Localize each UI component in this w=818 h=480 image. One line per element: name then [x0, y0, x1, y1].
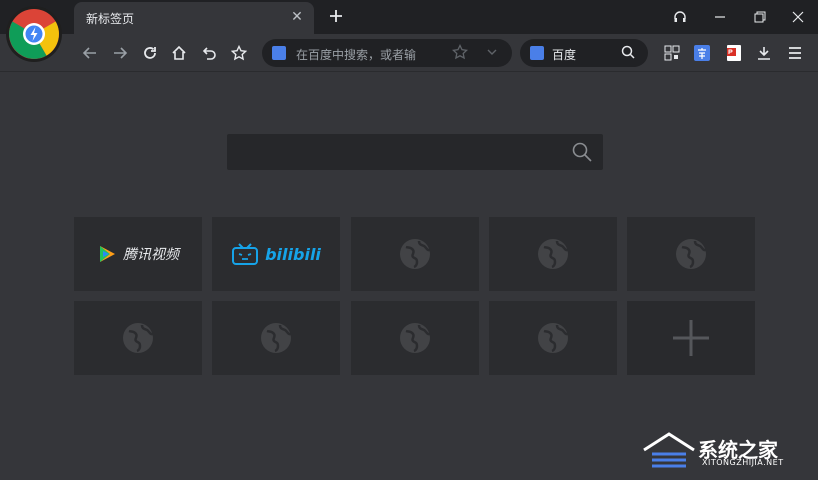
translate-icon	[694, 45, 710, 61]
baidu-icon	[272, 46, 286, 60]
close-icon	[792, 11, 804, 23]
plus-icon	[673, 320, 709, 356]
site-watermark: 系统之家 XITONGZHIJIA.NET	[642, 432, 808, 472]
browser-logo[interactable]	[6, 6, 62, 62]
pdf-button[interactable]	[722, 41, 746, 65]
bookmark-button[interactable]	[227, 41, 251, 65]
browser-logo-icon	[9, 9, 59, 59]
tile-label: 腾讯视频	[123, 247, 179, 263]
download-icon	[758, 47, 770, 60]
menu-button[interactable]	[783, 41, 807, 65]
search-icon[interactable]	[571, 141, 593, 167]
search-engine-name: 百度	[552, 48, 577, 62]
search-engine-box[interactable]: 百度	[520, 39, 648, 67]
tile-empty[interactable]	[351, 301, 479, 375]
search-icon[interactable]	[620, 44, 636, 64]
arrow-right-icon	[114, 47, 128, 59]
tile-tencent-video[interactable]: 腾讯视频	[74, 217, 202, 291]
globe-icon	[676, 239, 707, 269]
tile-empty[interactable]	[74, 301, 202, 375]
qr-code-icon	[664, 45, 680, 61]
tile-label: bilibili	[265, 244, 321, 264]
chevron-down-icon[interactable]	[484, 44, 500, 64]
headset-button[interactable]	[668, 5, 692, 29]
restore-icon	[754, 11, 766, 23]
tab-title: 新标签页	[86, 12, 135, 26]
baidu-icon	[530, 46, 544, 60]
globe-icon	[538, 323, 569, 353]
reload-icon	[144, 47, 156, 59]
translate-button[interactable]	[690, 41, 714, 65]
download-button[interactable]	[752, 41, 776, 65]
home-button[interactable]	[167, 41, 191, 65]
pdf-icon	[727, 45, 741, 61]
restore-button[interactable]	[748, 5, 772, 29]
tile-empty[interactable]	[627, 217, 755, 291]
globe-icon	[123, 323, 154, 353]
home-icon	[172, 45, 186, 60]
minimize-icon	[715, 16, 725, 18]
address-bar[interactable]: 在百度中搜索，或者输	[262, 39, 512, 67]
close-window-button[interactable]	[786, 5, 810, 29]
headset-icon	[674, 11, 686, 22]
tile-bilibili[interactable]: bilibili	[212, 217, 340, 291]
tile-empty[interactable]	[212, 301, 340, 375]
tile-empty[interactable]	[489, 217, 617, 291]
globe-icon	[400, 239, 431, 269]
undo-button[interactable]	[197, 41, 221, 65]
tencent-video-logo: 腾讯视频	[97, 244, 179, 264]
title-bar: 新标签页 ✕	[0, 0, 818, 34]
watermark-url: XITONGZHIJIA.NET	[702, 458, 784, 467]
new-tab-button[interactable]	[326, 6, 346, 26]
address-star-icon[interactable]	[451, 43, 469, 64]
star-icon	[231, 45, 247, 61]
reload-button[interactable]	[138, 41, 162, 65]
toolbar: 在百度中搜索，或者输 百度	[0, 34, 818, 72]
minimize-button[interactable]	[708, 5, 732, 29]
tile-empty[interactable]	[351, 217, 479, 291]
bilibili-tv-icon	[232, 243, 259, 265]
globe-icon	[261, 323, 292, 353]
menu-icon	[789, 47, 801, 59]
arrow-left-icon	[82, 47, 96, 59]
bilibili-logo: bilibili	[231, 242, 321, 266]
tab-new-tab[interactable]: 新标签页 ✕	[74, 2, 314, 34]
forward-button[interactable]	[108, 41, 132, 65]
plus-icon	[330, 10, 342, 22]
watermark-house-icon	[643, 432, 695, 468]
tencent-video-icon	[100, 246, 115, 262]
close-tab-icon[interactable]: ✕	[288, 8, 306, 26]
back-button[interactable]	[78, 41, 102, 65]
add-tile-button[interactable]	[627, 301, 755, 375]
tile-empty[interactable]	[489, 301, 617, 375]
qr-code-button[interactable]	[660, 41, 684, 65]
undo-icon	[202, 47, 216, 60]
globe-icon	[400, 323, 431, 353]
address-input[interactable]: 在百度中搜索，或者输	[296, 46, 436, 63]
main-search-input[interactable]	[227, 134, 603, 170]
globe-icon	[538, 239, 569, 269]
